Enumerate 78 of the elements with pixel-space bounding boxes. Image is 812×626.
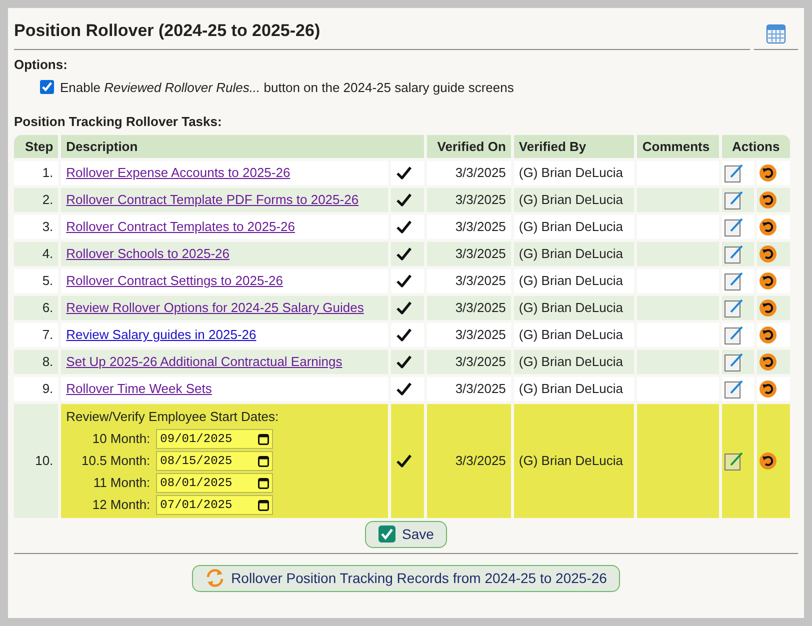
verified-date: 3/3/2025 — [455, 165, 506, 180]
undo-icon[interactable] — [758, 326, 777, 344]
edit-icon[interactable] — [724, 217, 744, 237]
undo-icon[interactable] — [758, 272, 777, 290]
step-number: 5. — [42, 273, 54, 288]
field-label: 12 Month: — [91, 496, 152, 514]
edit-icon[interactable] — [724, 450, 744, 471]
undo-icon[interactable] — [758, 191, 777, 209]
undo-icon[interactable] — [758, 299, 777, 317]
edit-icon[interactable] — [724, 271, 744, 291]
edit-icon[interactable] — [724, 379, 744, 399]
edit-icon[interactable] — [724, 190, 744, 210]
verified-by: (G) Brian DeLucia — [518, 453, 623, 468]
undo-icon[interactable] — [758, 353, 777, 371]
checkbox-label: Enable Reviewed Rollover Rules... button on the 2024-25 salary guide screens — [60, 78, 514, 97]
verified-date: 3/3/2025 — [455, 300, 506, 316]
field-label: 10.5 Month: — [80, 452, 152, 470]
checkbox-icon — [378, 525, 396, 543]
undo-icon[interactable] — [758, 218, 777, 236]
verified-date: 3/3/2025 — [455, 354, 506, 370]
step-number: 8. — [42, 354, 54, 370]
date-field[interactable]: 08/15/2025 — [156, 450, 274, 470]
options-heading: Options: — [14, 56, 68, 74]
field-label: 11 Month: — [92, 474, 152, 492]
verified-by: (G) Brian DeLucia — [518, 381, 623, 396]
edit-icon[interactable] — [724, 352, 744, 372]
step-number: 2. — [42, 192, 54, 208]
section-heading: Position Tracking Rollover Tasks: — [14, 113, 223, 131]
column-header: Verified On — [437, 138, 506, 154]
save-button[interactable]: Save — [365, 520, 447, 548]
column-header: Step — [25, 138, 54, 154]
column-header: Actions — [732, 138, 780, 154]
verified-by: (G) Brian DeLucia — [518, 273, 623, 288]
date-field[interactable]: 09/01/2025 — [156, 428, 274, 448]
edit-icon[interactable] — [724, 163, 744, 183]
verified-date: 3/3/2025 — [455, 381, 506, 396]
verified-date: 3/3/2025 — [455, 453, 506, 468]
step-number: 9. — [42, 381, 54, 396]
verified-by: (G) Brian DeLucia — [518, 246, 623, 262]
verified-by: (G) Brian DeLucia — [518, 300, 623, 316]
calendar-icon[interactable] — [258, 454, 270, 466]
verified-date: 3/3/2025 — [455, 246, 506, 262]
verified-by: (G) Brian DeLucia — [518, 192, 623, 208]
refresh-icon — [205, 568, 226, 588]
calendar-icon[interactable] — [258, 498, 270, 510]
verified-date: 3/3/2025 — [455, 192, 506, 208]
date-field[interactable]: 07/01/2025 — [156, 494, 274, 514]
edit-icon[interactable] — [724, 298, 744, 318]
step-number: 3. — [42, 219, 54, 234]
undo-icon[interactable] — [758, 380, 777, 398]
step-number: 1. — [42, 165, 54, 180]
calendar-icon[interactable] — [258, 476, 270, 488]
step-number: 6. — [42, 300, 54, 316]
page-title: Position Rollover (2024-25 to 2025-26) — [14, 21, 320, 40]
checkbox[interactable] — [40, 80, 54, 94]
column-header: Verified By — [518, 138, 586, 154]
step-number: 10. — [35, 453, 54, 468]
undo-icon[interactable] — [758, 164, 777, 182]
verified-date: 3/3/2025 — [455, 327, 506, 342]
undo-icon[interactable] — [758, 452, 777, 470]
column-header: Description — [66, 138, 138, 154]
verified-by: (G) Brian DeLucia — [518, 354, 623, 370]
edit-icon[interactable] — [724, 244, 744, 264]
column-header: Comments — [642, 138, 710, 154]
date-field[interactable]: 08/01/2025 — [156, 472, 274, 492]
verified-date: 3/3/2025 — [455, 273, 506, 288]
field-label: 10 Month: — [91, 430, 152, 448]
edit-icon[interactable] — [724, 325, 744, 345]
undo-icon[interactable] — [758, 245, 777, 263]
task-description: Review/Verify Employee Start Dates: — [66, 408, 279, 426]
verified-by: (G) Brian DeLucia — [518, 165, 623, 180]
step-number: 7. — [42, 327, 54, 342]
step-number: 4. — [42, 246, 54, 262]
verified-by: (G) Brian DeLucia — [518, 219, 623, 234]
verified-date: 3/3/2025 — [455, 219, 506, 234]
verified-by: (G) Brian DeLucia — [518, 327, 623, 342]
calendar-icon[interactable] — [258, 432, 270, 444]
rollover-button[interactable]: Rollover Position Tracking Records from 2024-25 to 2025-26 — [192, 564, 620, 592]
